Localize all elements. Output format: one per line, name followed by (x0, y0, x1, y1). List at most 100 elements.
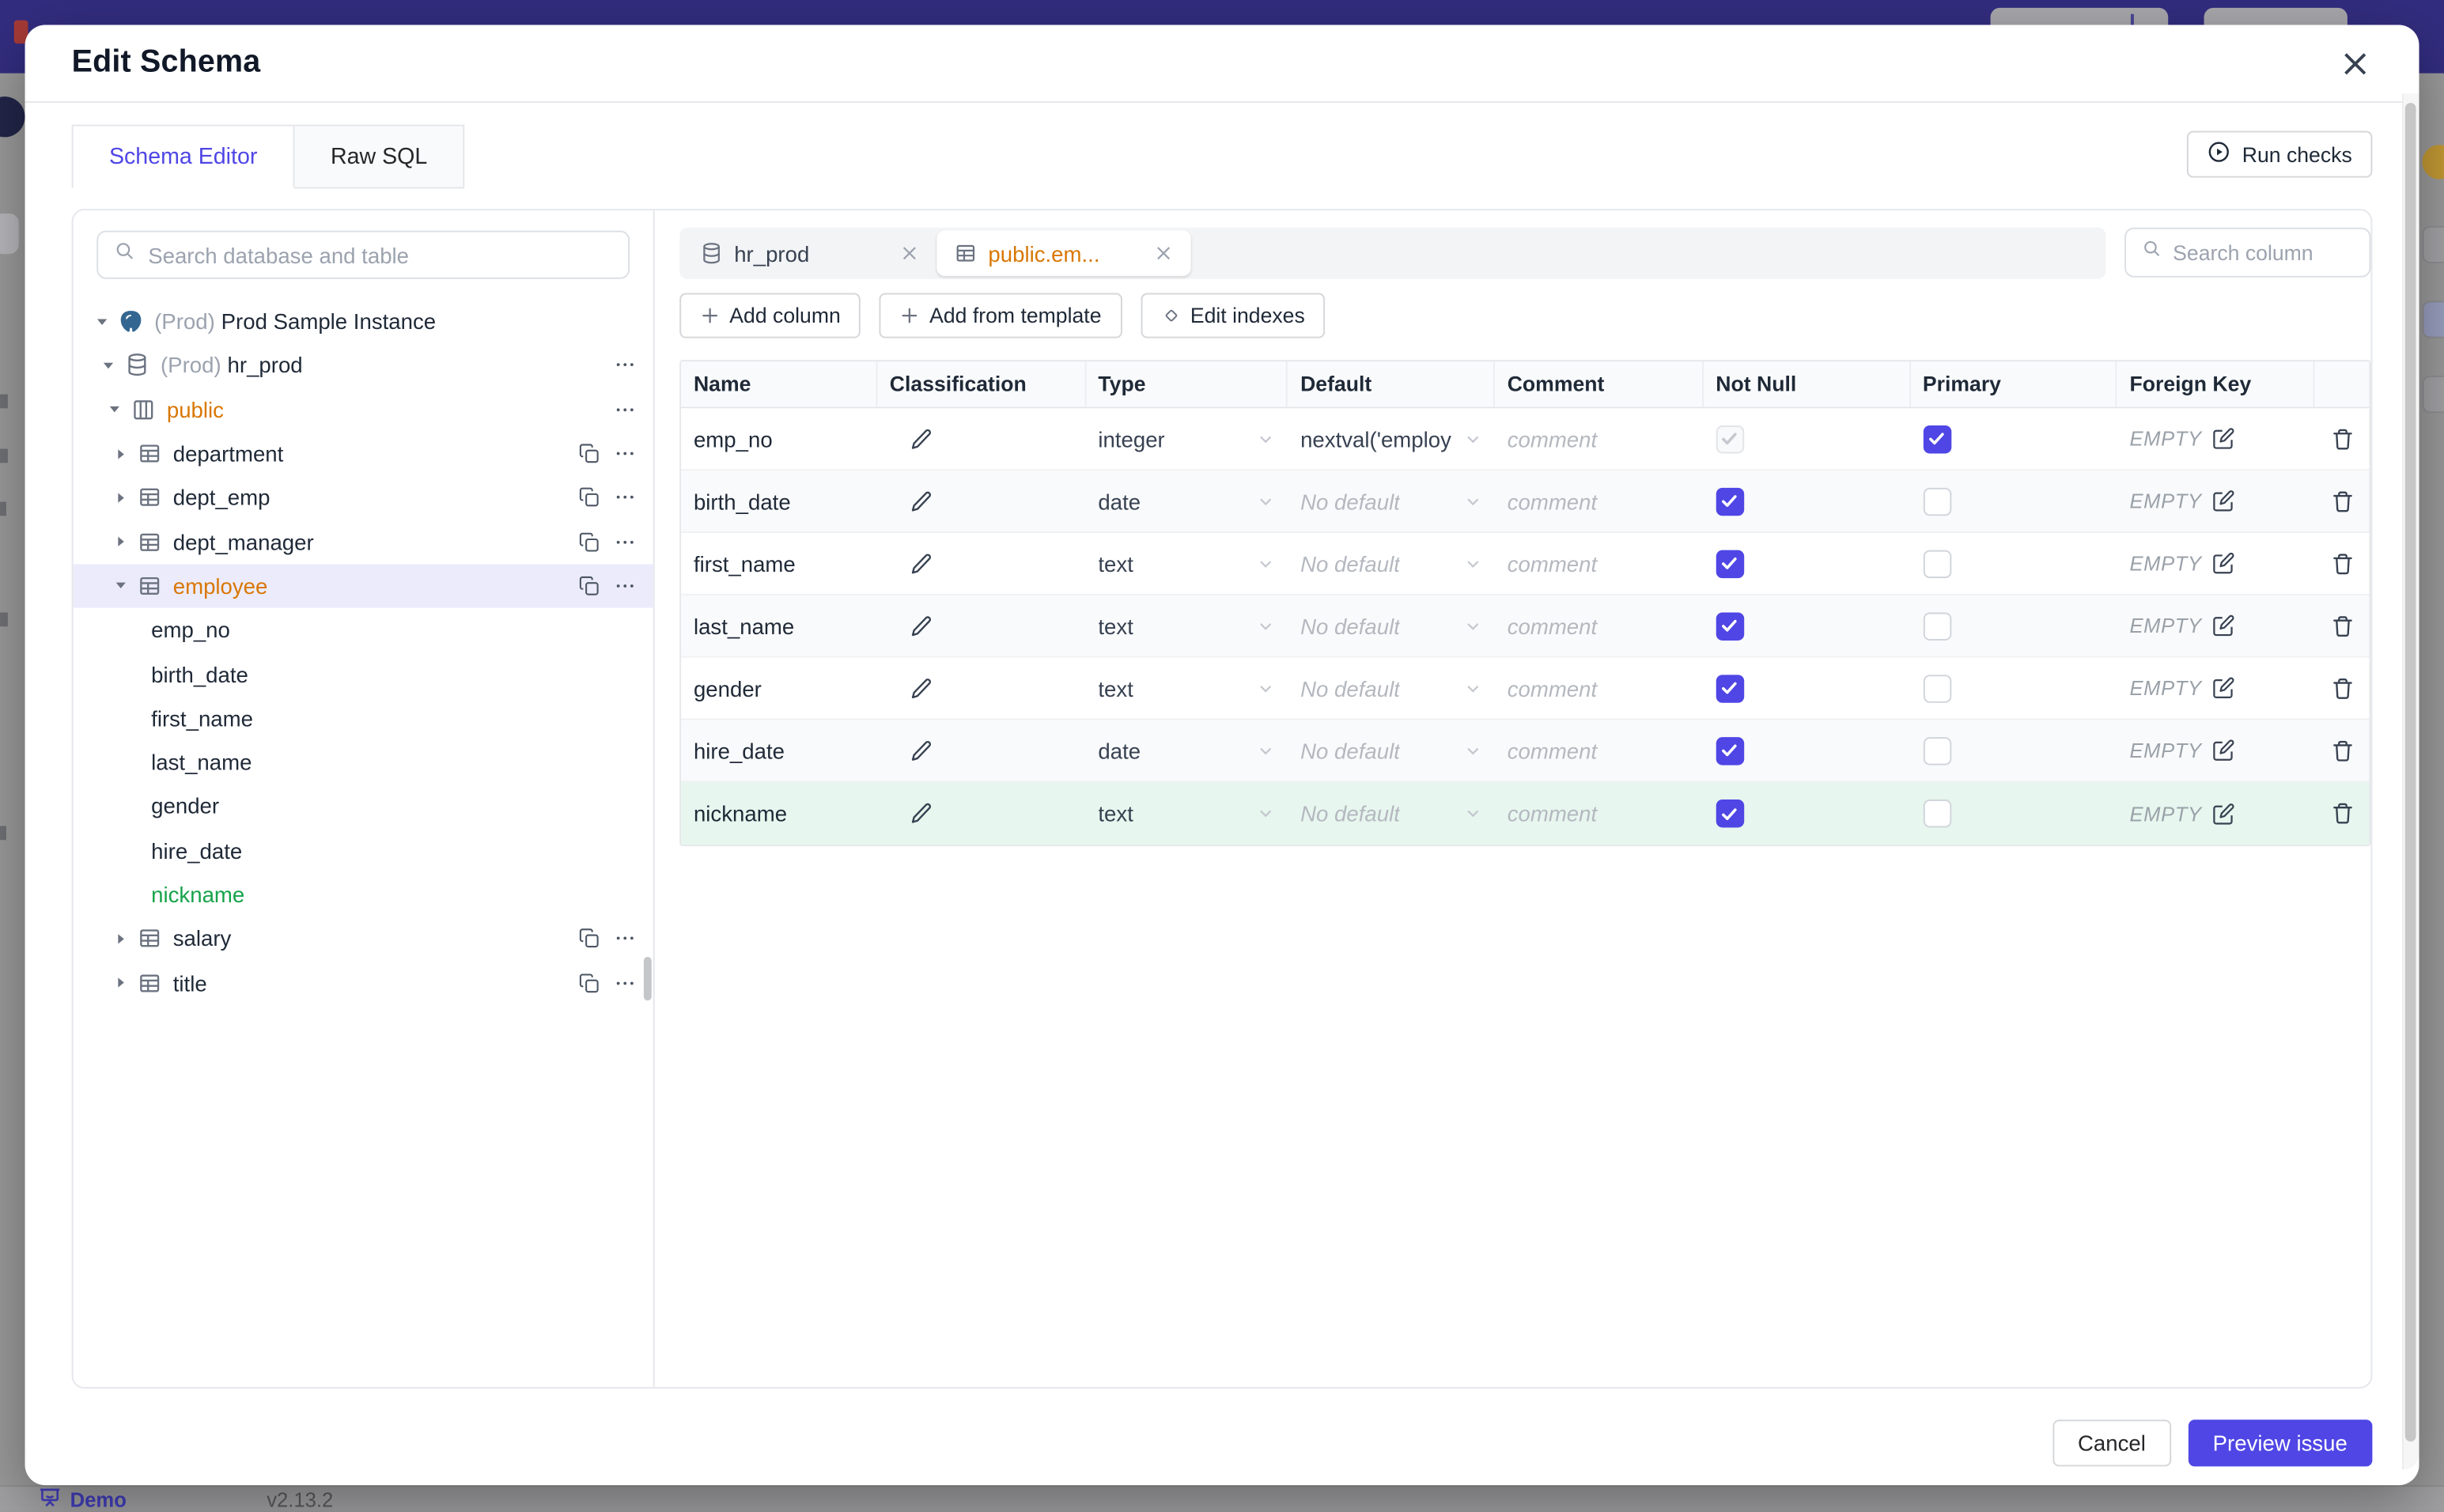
delete-column-icon[interactable] (2329, 489, 2355, 514)
tree-item-employee[interactable]: employee (73, 563, 653, 608)
copy-icon[interactable] (578, 443, 600, 465)
default-select[interactable]: No default (1300, 738, 1482, 763)
type-select[interactable]: text (1098, 613, 1275, 638)
checkbox-checked[interactable] (1716, 486, 1744, 516)
tree-column-emp_no[interactable]: emp_no (74, 608, 653, 652)
sidebar-scrollbar-thumb[interactable] (643, 957, 652, 1001)
tree-item-hr-prod[interactable]: (Prod) hr_prod (74, 343, 653, 387)
tree-item-salary[interactable]: salary (74, 917, 653, 961)
tab-schema-editor[interactable]: Schema Editor (71, 124, 295, 189)
caret-right-icon[interactable] (112, 489, 130, 506)
more-actions-icon[interactable] (614, 575, 636, 597)
column-name[interactable]: emp_no (694, 426, 773, 452)
default-select[interactable]: No default (1300, 613, 1482, 638)
column-search-input[interactable] (2173, 240, 2354, 265)
checkbox-checked[interactable] (1716, 799, 1744, 828)
demo-link[interactable]: Demo (39, 1486, 127, 1512)
tree-column-first_name[interactable]: first_name (74, 696, 653, 740)
copy-icon[interactable] (578, 575, 600, 597)
more-actions-icon[interactable] (614, 399, 636, 421)
checkbox-checked[interactable] (1922, 425, 1951, 453)
checkbox-checked[interactable] (1716, 674, 1744, 702)
tree-item-dept-manager[interactable]: dept_manager (74, 520, 653, 564)
caret-down-icon[interactable] (93, 312, 111, 330)
editor-tab-hr-prod[interactable]: hr_prod (683, 231, 936, 276)
caret-down-icon[interactable] (112, 577, 130, 595)
dialog-scrollbar[interactable] (2401, 93, 2419, 1470)
column-name[interactable]: birth_date (694, 489, 791, 514)
edit-foreign-key-icon[interactable] (2211, 802, 2235, 826)
classification-edit-icon[interactable] (908, 801, 933, 826)
copy-icon[interactable] (578, 531, 600, 553)
more-actions-icon[interactable] (614, 354, 636, 376)
comment-input[interactable]: comment (1508, 738, 1597, 763)
tree-item-prod-sample-instance[interactable]: (Prod) Prod Sample Instance (74, 299, 653, 343)
delete-column-icon[interactable] (2329, 613, 2355, 638)
tree-item-dept-emp[interactable]: dept_emp (74, 475, 653, 520)
more-actions-icon[interactable] (614, 928, 636, 950)
type-select[interactable]: text (1098, 801, 1275, 826)
type-select[interactable]: text (1098, 675, 1275, 701)
close-tab-icon[interactable] (1153, 243, 1174, 263)
classification-edit-icon[interactable] (908, 675, 933, 701)
classification-edit-icon[interactable] (908, 613, 933, 638)
default-select[interactable]: No default (1300, 801, 1482, 826)
tree-column-nickname[interactable]: nickname (74, 872, 653, 917)
classification-edit-icon[interactable] (908, 551, 933, 576)
checkbox-unchecked[interactable] (1922, 799, 1951, 828)
delete-column-icon[interactable] (2329, 738, 2355, 763)
default-select[interactable]: No default (1300, 489, 1482, 513)
default-select[interactable]: nextval('employ (1300, 426, 1482, 452)
delete-column-icon[interactable] (2329, 675, 2355, 701)
more-actions-icon[interactable] (614, 531, 636, 553)
checkbox-unchecked[interactable] (1922, 611, 1951, 640)
more-actions-icon[interactable] (614, 443, 636, 465)
edit-foreign-key-icon[interactable] (2211, 490, 2235, 513)
delete-column-icon[interactable] (2329, 551, 2355, 576)
column-name[interactable]: gender (694, 675, 762, 701)
copy-icon[interactable] (578, 972, 600, 994)
checkbox-unchecked[interactable] (1922, 736, 1951, 765)
more-actions-icon[interactable] (614, 972, 636, 994)
edit-indexes-button[interactable]: Edit indexes (1140, 293, 1326, 338)
cancel-button[interactable]: Cancel (2052, 1419, 2171, 1467)
edit-foreign-key-icon[interactable] (2211, 552, 2235, 576)
edit-foreign-key-icon[interactable] (2211, 676, 2235, 700)
delete-column-icon[interactable] (2329, 426, 2355, 452)
caret-down-icon[interactable] (100, 357, 117, 374)
column-name[interactable]: hire_date (694, 738, 785, 763)
tab-raw-sql[interactable]: Raw SQL (294, 124, 465, 189)
comment-input[interactable]: comment (1508, 675, 1597, 701)
edit-foreign-key-icon[interactable] (2211, 739, 2235, 762)
column-name[interactable]: last_name (694, 613, 794, 638)
tree-item-department[interactable]: department (74, 432, 653, 476)
editor-tab-public-em-[interactable]: public.em... (936, 230, 1191, 276)
more-actions-icon[interactable] (614, 487, 636, 509)
preview-issue-button[interactable]: Preview issue (2188, 1419, 2373, 1467)
tree-column-gender[interactable]: gender (74, 784, 653, 829)
checkbox-checked[interactable] (1716, 549, 1744, 578)
type-select[interactable]: text (1098, 551, 1275, 576)
checkbox-unchecked[interactable] (1922, 674, 1951, 702)
close-tab-icon[interactable] (899, 243, 920, 263)
tree-column-last_name[interactable]: last_name (74, 740, 653, 784)
checkbox-checked[interactable] (1716, 611, 1744, 640)
tree-item-title[interactable]: title (74, 961, 653, 1005)
classification-edit-icon[interactable] (908, 426, 933, 452)
tree-search-input[interactable] (148, 242, 613, 267)
classification-edit-icon[interactable] (908, 489, 933, 514)
caret-right-icon[interactable] (112, 930, 130, 947)
column-name[interactable]: first_name (694, 551, 796, 576)
type-select[interactable]: integer (1098, 426, 1275, 452)
default-select[interactable]: No default (1300, 551, 1482, 576)
checkbox-checked[interactable] (1716, 425, 1744, 453)
edit-foreign-key-icon[interactable] (2211, 614, 2235, 637)
tree-item-public[interactable]: public (74, 387, 653, 432)
caret-down-icon[interactable] (106, 401, 123, 418)
type-select[interactable]: date (1098, 738, 1275, 763)
delete-column-icon[interactable] (2329, 801, 2355, 826)
checkbox-checked[interactable] (1716, 736, 1744, 765)
close-icon[interactable] (2338, 46, 2372, 80)
type-select[interactable]: date (1098, 489, 1275, 513)
comment-input[interactable]: comment (1508, 551, 1597, 576)
